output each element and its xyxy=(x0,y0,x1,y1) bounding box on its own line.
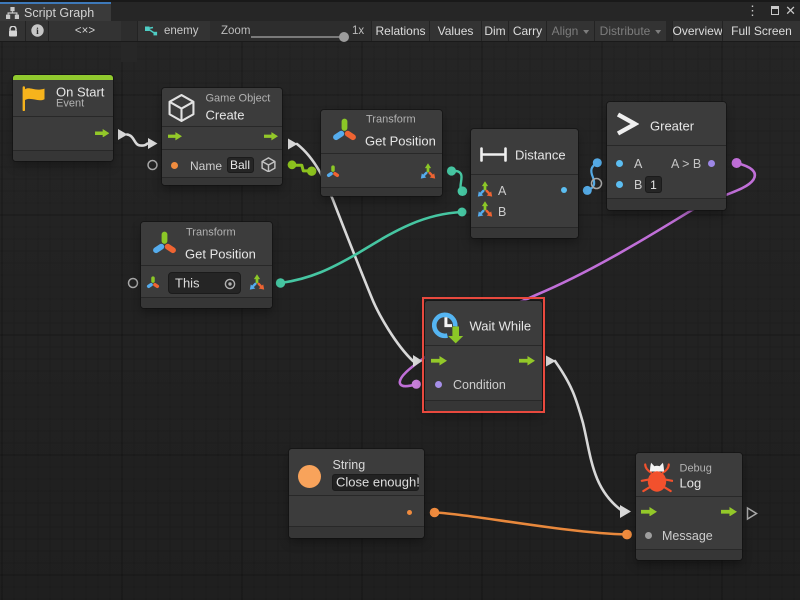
svg-text:i: i xyxy=(36,27,39,37)
